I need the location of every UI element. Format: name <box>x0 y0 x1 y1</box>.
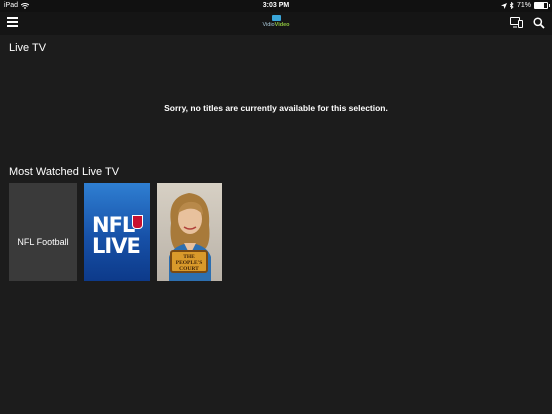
tv-logo-icon <box>271 15 281 21</box>
bluetooth-icon <box>509 2 514 9</box>
tile-nfl-football[interactable]: NFL Football <box>9 183 77 281</box>
location-arrow-icon <box>500 2 507 9</box>
cast-devices-icon[interactable] <box>510 17 523 28</box>
status-right: 71% <box>500 2 550 9</box>
app-logo: VidioVideo <box>0 15 552 28</box>
empty-state-message: Sorry, no titles are currently available… <box>164 103 388 113</box>
nav-bar: VidioVideo <box>0 12 552 35</box>
tile-label: NFL Football <box>17 237 69 247</box>
live-tv-heading: Live TV <box>9 42 47 54</box>
nfl-live-line2: LIVE <box>92 234 141 258</box>
battery-icon <box>534 2 550 9</box>
nfl-shield-icon <box>132 215 143 229</box>
logo-text: VidioVideo <box>262 22 290 28</box>
battery-percent: 71% <box>516 2 531 9</box>
clock: 3:03 PM <box>262 2 290 9</box>
peoples-court-badge: THE PEOPLE'S COURT <box>170 250 208 273</box>
tile-peoples-court[interactable]: THE PEOPLE'S COURT <box>157 183 222 281</box>
most-watched-heading: Most Watched Live TV <box>9 166 120 178</box>
search-icon[interactable] <box>533 17 545 29</box>
tile-nfl-live[interactable]: NFL LIVE <box>84 183 150 281</box>
status-bar: iPad 3:03 PM 71% <box>0 0 552 12</box>
battery-fill <box>535 3 544 8</box>
